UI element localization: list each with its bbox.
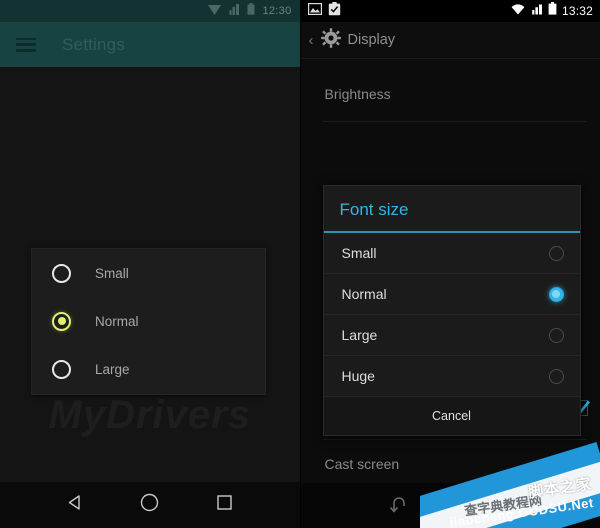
left-content-area: Small Normal Large MyDrivers (0, 67, 300, 482)
wifi-icon (208, 2, 222, 20)
option-label: Normal (95, 313, 139, 329)
radio-normal-selected-icon[interactable] (548, 286, 564, 302)
curved-back-arrow-icon[interactable] (388, 495, 414, 518)
option-label: Normal (341, 286, 387, 302)
page-title: Display (347, 32, 396, 48)
option-label: Small (95, 265, 129, 281)
right-content-area: Brightness Pulse notification light Cast… (300, 59, 600, 483)
gear-icon (320, 27, 341, 53)
option-label: Large (95, 362, 130, 378)
left-navigation-bar (0, 482, 300, 528)
status-clock: 13:32 (561, 4, 593, 18)
option-row-huge[interactable]: Huge (323, 356, 580, 397)
hamburger-menu-icon[interactable] (16, 37, 36, 52)
font-size-dialog-material: Small Normal Large (31, 248, 266, 395)
dialog-title: Font size (339, 200, 409, 219)
row-label: Brightness (324, 86, 391, 102)
option-row-normal[interactable]: Normal (32, 297, 265, 345)
right-status-bar: 13:32 (300, 0, 600, 22)
left-screen: 12:30 Settings Small Normal Large (0, 0, 300, 528)
row-label: Cast screen (324, 456, 400, 472)
house-home-icon[interactable] (478, 496, 512, 517)
option-row-normal[interactable]: Normal (323, 274, 580, 315)
option-row-small[interactable]: Small (32, 249, 265, 297)
left-status-bar: 12:30 (0, 0, 300, 22)
radio-small-icon[interactable] (52, 263, 71, 283)
option-row-small[interactable]: Small (323, 233, 580, 274)
settings-row-brightness[interactable]: Brightness (301, 77, 600, 111)
wifi-icon (511, 2, 525, 20)
status-clock: 12:30 (262, 5, 292, 17)
radio-huge-icon[interactable] (548, 368, 564, 384)
battery-icon (548, 2, 557, 20)
clipboard-check-icon (328, 1, 341, 21)
radio-large-icon[interactable] (548, 327, 564, 343)
right-app-bar: ‹ Display (300, 22, 600, 59)
font-size-dialog-holo: Font size Small Normal Large Huge Cancel (322, 185, 581, 436)
right-navigation-bar (300, 483, 600, 528)
row-divider (322, 439, 586, 440)
radio-normal-selected-icon[interactable] (52, 311, 71, 331)
triangle-back-icon[interactable] (65, 493, 84, 517)
page-title: Settings (62, 34, 126, 54)
row-divider (322, 121, 586, 122)
circle-home-icon[interactable] (139, 492, 160, 518)
chevron-left-icon[interactable]: ‹ (309, 33, 314, 48)
option-label: Huge (341, 368, 375, 384)
radio-small-icon[interactable] (548, 245, 564, 261)
left-app-bar: Settings (0, 22, 300, 67)
dual-screenshot-comparison: 12:30 Settings Small Normal Large 13:32 … (0, 0, 600, 528)
image-icon (307, 2, 322, 20)
radio-large-icon[interactable] (52, 360, 71, 380)
option-row-large[interactable]: Large (323, 315, 580, 356)
right-screen: 13:32 ‹ Display Brightness Cast screen F… (299, 0, 600, 528)
option-label: Small (341, 245, 377, 261)
signal-icon (530, 2, 543, 20)
cancel-button[interactable]: Cancel (323, 397, 580, 435)
square-recents-icon[interactable] (215, 493, 234, 517)
settings-row-cast-screen[interactable]: Cast screen (301, 447, 600, 481)
option-label: Large (341, 327, 378, 343)
signal-icon (228, 2, 240, 20)
battery-icon (247, 2, 255, 20)
center-watermark: MyDrivers (0, 393, 300, 438)
option-row-large[interactable]: Large (32, 346, 265, 394)
